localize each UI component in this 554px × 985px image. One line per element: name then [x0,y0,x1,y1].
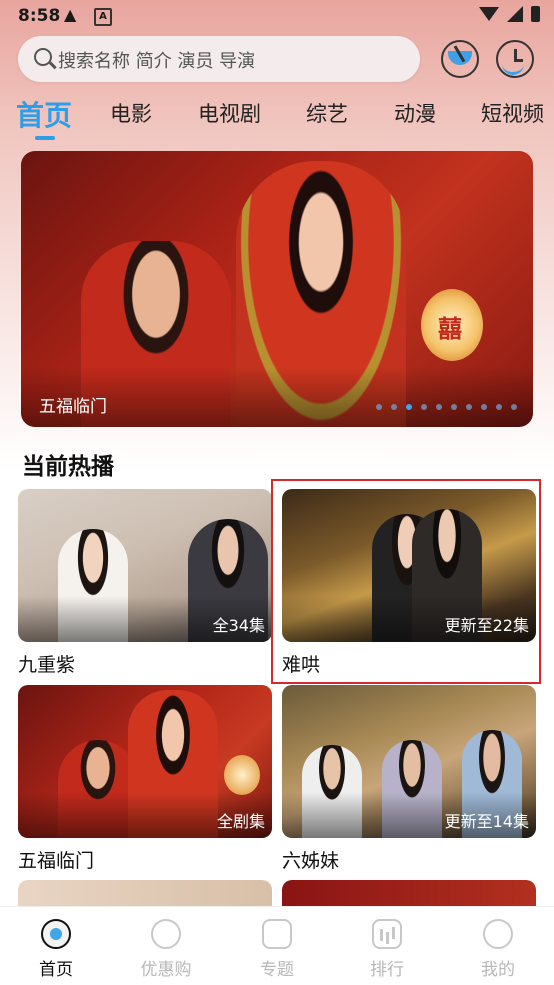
nav-discount[interactable]: 优惠购 [121,907,211,985]
pager-dot[interactable] [496,404,502,410]
status-time: 8:58 [18,6,61,26]
episode-badge: 全34集 [212,616,265,635]
profile-icon [483,919,513,949]
nav-label: 首页 [39,960,73,980]
history-button[interactable] [496,40,534,78]
search-bar[interactable]: 搜索名称 简介 演员 导演 [18,36,420,82]
tab-variety[interactable]: 综艺 [306,98,348,128]
pager-dot[interactable] [481,404,487,410]
nav-profile[interactable]: 我的 [453,907,543,985]
pager-dot[interactable] [391,404,397,410]
show-thumbnail: 更新至14集 [282,685,536,838]
search-icon [34,48,52,66]
bottom-navigation: 首页 优惠购 专题 排行 我的 [0,906,554,985]
pager-dot[interactable] [376,404,382,410]
battery-icon [531,6,540,22]
download-button[interactable] [441,40,479,78]
topic-icon [262,919,292,949]
episode-badge: 更新至14集 [444,812,529,831]
nav-topics[interactable]: 专题 [232,907,322,985]
tab-short-video[interactable]: 短视频 [481,98,544,128]
show-thumbnail: 全34集 [18,489,272,642]
pager-dot[interactable] [406,404,412,410]
show-title: 九重紫 [18,654,76,676]
tab-active-indicator [35,136,55,140]
category-tabs: 首页 电影 电视剧 综艺 动漫 短视频 [0,94,554,142]
signal-icon [507,6,523,22]
warning-icon: ▲ [64,5,77,24]
show-thumbnail: 全剧集 [18,685,272,838]
featured-banner[interactable]: 囍 五福临门 [21,151,533,427]
thumbnail-lantern [224,755,260,795]
tab-anime[interactable]: 动漫 [394,98,436,128]
nav-label: 排行 [370,960,404,980]
discount-icon [151,919,181,949]
pager-dot[interactable] [451,404,457,410]
banner-caption: 五福临门 [39,397,107,417]
pager-dot[interactable] [436,404,442,410]
show-title: 五福临门 [18,850,95,872]
status-icons [479,6,540,22]
a-icon: A [94,8,112,26]
tab-movies[interactable]: 电影 [110,98,152,128]
section-title: 当前热播 [22,454,114,480]
nav-label: 我的 [481,960,515,980]
home-icon [41,919,71,949]
status-bar: 8:58 ▲ A [0,0,554,32]
nav-label: 专题 [260,960,294,980]
search-placeholder: 搜索名称 简介 演员 导演 [58,51,256,72]
pager-dot[interactable] [466,404,472,410]
nav-label: 优惠购 [140,960,192,980]
nav-home[interactable]: 首页 [11,907,101,985]
pager-dot[interactable] [511,404,517,410]
banner-pager-dots [376,404,517,410]
tab-home[interactable]: 首页 [16,94,72,134]
selected-card-highlight [271,479,541,684]
episode-badge: 全剧集 [216,812,265,831]
show-title: 六姊妹 [282,850,340,872]
pager-dot[interactable] [421,404,427,410]
wifi-icon [479,7,499,21]
ranking-icon [372,919,402,949]
banner-lantern-text: 囍 [438,315,462,343]
tab-tv-series[interactable]: 电视剧 [198,98,261,128]
nav-ranking[interactable]: 排行 [342,907,432,985]
history-arc [502,62,524,75]
